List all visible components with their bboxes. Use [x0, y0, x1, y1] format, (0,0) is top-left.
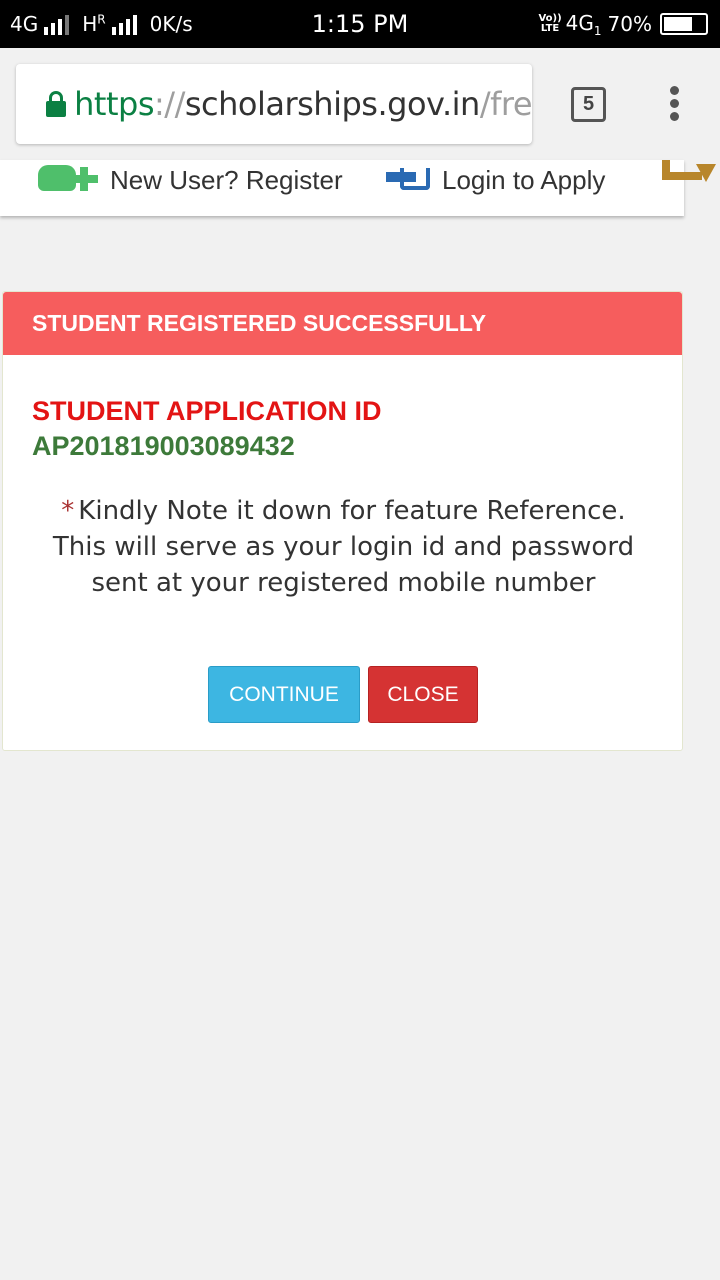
- status-bar: 4G HR 0K/s 1:15 PM Vo)) LTE 4G1 70%: [0, 0, 720, 48]
- note-line-2: This will serve as your login id and pas…: [52, 532, 635, 562]
- status-right: Vo)) LTE 4G1 70%: [538, 0, 708, 48]
- url-separator: ://: [154, 85, 185, 123]
- close-button[interactable]: CLOSE: [368, 666, 478, 723]
- tab-switcher-button[interactable]: 5: [571, 87, 606, 122]
- network-label-3-text: 4G: [565, 10, 594, 35]
- note-line-1-text: Kindly Note it down for feature Referenc…: [78, 496, 626, 526]
- user-add-icon: [38, 165, 100, 195]
- menu-icon[interactable]: [668, 86, 680, 124]
- battery-percent: 70%: [607, 12, 652, 36]
- registration-success-dialog: STUDENT REGISTERED SUCCESSFULLY STUDENT …: [2, 291, 683, 751]
- login-icon: [386, 168, 432, 192]
- application-id-value: AP201819003089432: [32, 431, 295, 461]
- reference-note: * Kindly Note it down for feature Referen…: [3, 493, 684, 601]
- address-bar[interactable]: https://scholarships.gov.in/fre: [16, 64, 532, 144]
- login-label: Login to Apply: [442, 164, 606, 195]
- asterisk: *: [61, 496, 75, 526]
- login-link[interactable]: Login to Apply: [386, 160, 605, 200]
- note-line-1: * Kindly Note it down for feature Referen…: [3, 493, 684, 529]
- browser-toolbar: https://scholarships.gov.in/fre 5: [0, 48, 720, 160]
- url-text[interactable]: https://scholarships.gov.in/fre: [74, 85, 532, 123]
- network-label-3: 4G1: [566, 11, 602, 38]
- battery-fill: [664, 17, 692, 31]
- page-nav: New User? Register Login to Apply: [0, 160, 716, 216]
- url-path: /fre: [479, 85, 532, 123]
- dialog-header: STUDENT REGISTERED SUCCESSFULLY: [3, 292, 682, 355]
- application-id-label: STUDENT APPLICATION ID: [32, 396, 382, 426]
- register-link[interactable]: New User? Register: [38, 160, 343, 200]
- continue-button[interactable]: CONTINUE: [208, 666, 360, 723]
- register-label: New User? Register: [110, 164, 343, 195]
- note-line-3: sent at your registered mobile number: [91, 568, 596, 598]
- sim-index: 1: [593, 23, 602, 38]
- battery-icon: [660, 13, 708, 35]
- more-icon[interactable]: [658, 160, 716, 186]
- volte-icon: Vo)) LTE: [538, 14, 561, 34]
- lock-icon[interactable]: [46, 91, 66, 117]
- url-host: scholarships.gov.in: [184, 85, 480, 123]
- url-scheme: https: [74, 85, 154, 123]
- volte-bottom: LTE: [540, 23, 560, 34]
- dialog-title: STUDENT REGISTERED SUCCESSFULLY: [32, 310, 487, 336]
